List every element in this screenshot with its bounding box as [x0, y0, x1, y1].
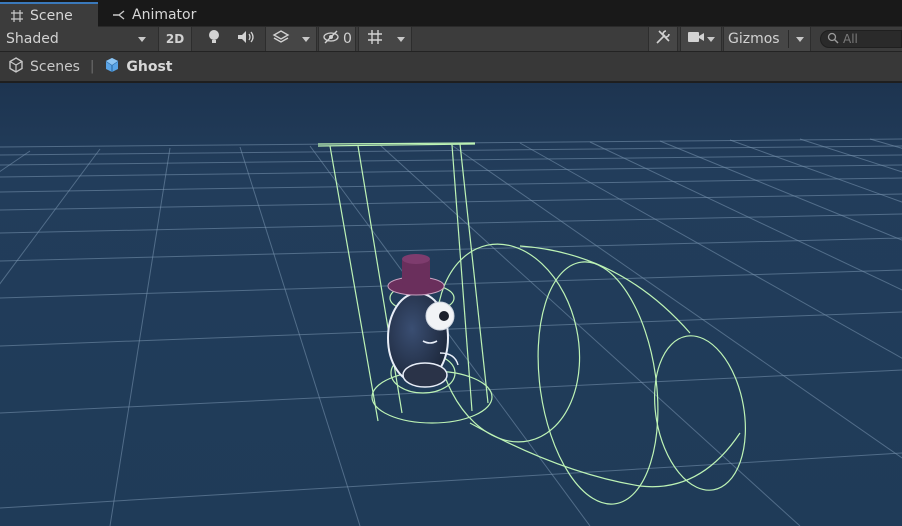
unity-icon: [8, 56, 24, 77]
breadcrumb: Scenes | Ghost: [0, 52, 902, 82]
tab-strip: Scene Animator: [0, 0, 902, 27]
camera-dropdown[interactable]: [680, 27, 722, 51]
hidden-objects-toggle[interactable]: 0: [318, 27, 356, 51]
tab-scene-label: Scene: [30, 7, 73, 24]
draw-mode-dropdown[interactable]: Shaded: [0, 27, 154, 51]
grid-snap-dropdown[interactable]: [358, 27, 412, 51]
toggle-2d-button[interactable]: 2D: [158, 27, 192, 51]
layers-icon: [272, 29, 290, 49]
breadcrumb-ghost[interactable]: Ghost: [104, 57, 172, 77]
animator-icon: [112, 8, 126, 22]
tab-animator-label: Animator: [132, 6, 197, 23]
eye-slash-icon: [322, 30, 340, 48]
breadcrumb-separator: |: [89, 59, 95, 74]
hidden-count: 0: [343, 31, 352, 47]
speaker-icon: [237, 30, 255, 48]
audio-toggle[interactable]: [232, 27, 260, 51]
chevron-down-icon: [796, 37, 804, 42]
prefab-cube-icon: [104, 57, 120, 77]
grid-snap-icon: [367, 29, 383, 49]
search-placeholder: All: [843, 32, 858, 46]
search-icon: [827, 32, 839, 47]
camera-icon: [687, 30, 705, 48]
tab-animator[interactable]: Animator: [102, 2, 206, 27]
scene-viewport[interactable]: [0, 83, 902, 526]
breadcrumb-scenes-label: Scenes: [30, 58, 80, 75]
chevron-down-icon: [707, 37, 715, 42]
chevron-down-icon: [138, 37, 146, 42]
lightbulb-icon: [207, 29, 221, 49]
scene-canvas: [0, 83, 902, 526]
gizmos-label: Gizmos: [728, 31, 780, 47]
chevron-down-icon: [397, 37, 405, 42]
search-input[interactable]: All: [820, 30, 902, 48]
grid-icon: [10, 9, 24, 23]
breadcrumb-ghost-label: Ghost: [126, 58, 173, 75]
draw-mode-label: Shaded: [6, 31, 59, 47]
scene-toolbar: Shaded 2D 0 Gizmos All: [0, 27, 902, 52]
wrench-icon: [655, 29, 671, 49]
tools-button[interactable]: [648, 27, 678, 51]
breadcrumb-scenes[interactable]: Scenes: [8, 56, 80, 77]
chevron-down-icon: [302, 37, 310, 42]
lighting-toggle[interactable]: [200, 27, 228, 51]
divider: [788, 30, 789, 48]
gizmos-dropdown[interactable]: Gizmos: [723, 27, 811, 51]
toggle-2d-label: 2D: [165, 32, 185, 46]
effects-dropdown[interactable]: [265, 27, 317, 51]
tab-scene[interactable]: Scene: [0, 2, 98, 27]
